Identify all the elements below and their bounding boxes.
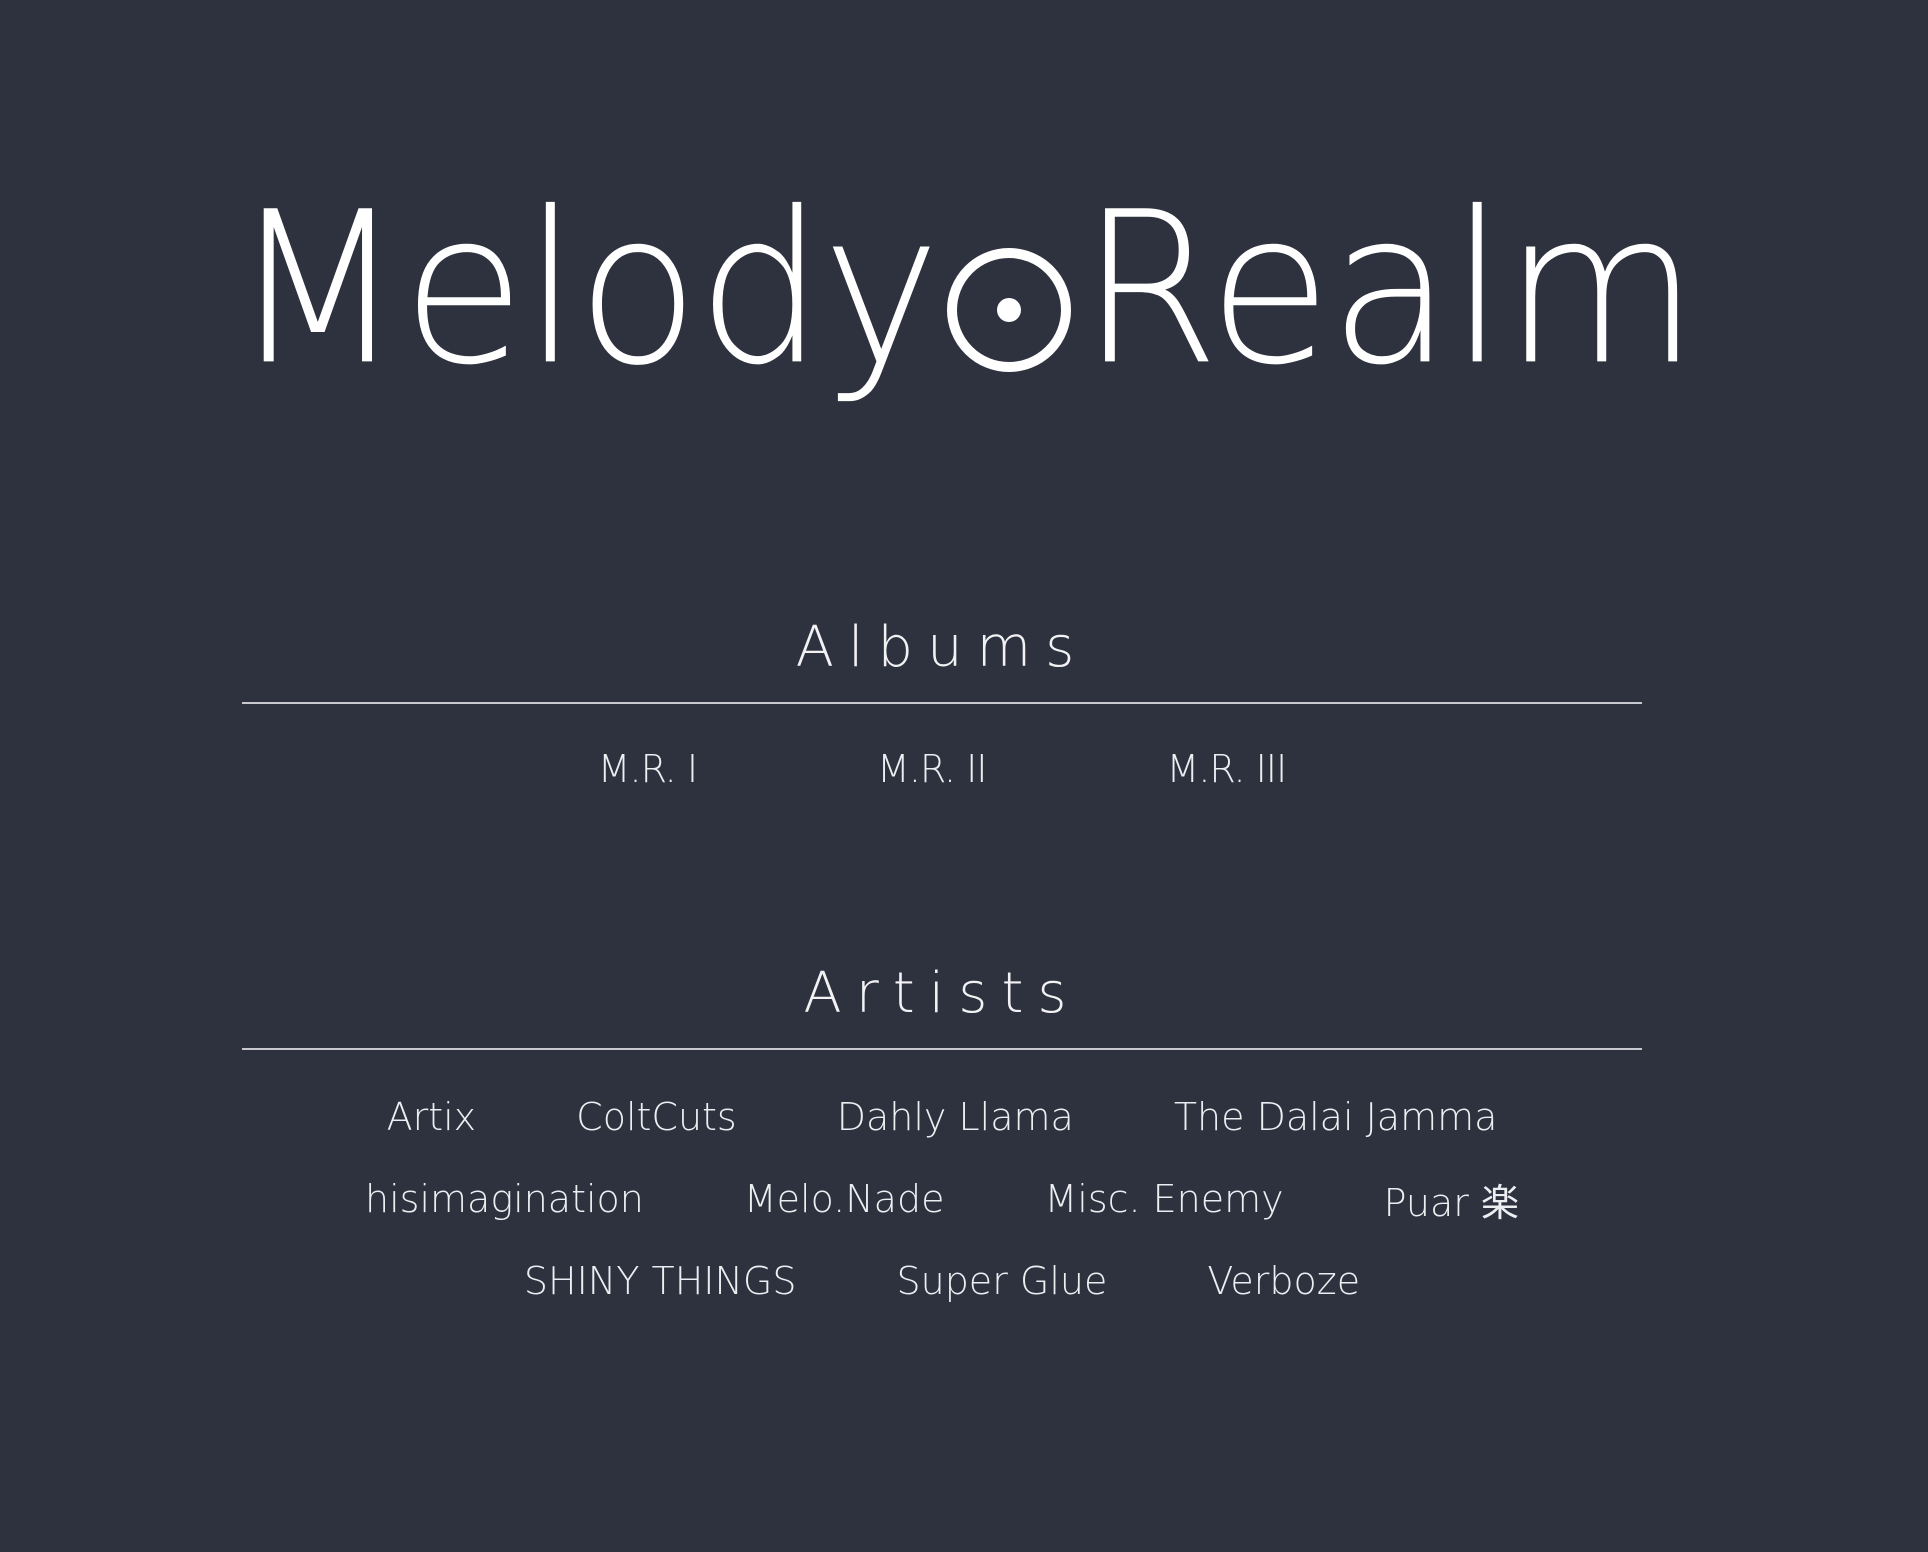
artist-link[interactable]: Melo.Nade: [744, 1177, 945, 1221]
vinyl-record-icon: [947, 248, 1072, 372]
artist-link[interactable]: The Dalai Jamma: [1174, 1095, 1498, 1139]
album-link[interactable]: M.R. III: [1167, 747, 1288, 791]
albums-list: M.R. I M.R. II M.R. III: [242, 739, 1642, 799]
artist-link[interactable]: hisimagination: [365, 1177, 644, 1221]
artist-link[interactable]: ColtCuts: [576, 1095, 737, 1139]
artists-list: Artix ColtCuts Dahly Llama The Dalai Jam…: [242, 1076, 1642, 1322]
logo-text-left: Melody: [231, 167, 941, 412]
artist-link[interactable]: Super Glue: [896, 1259, 1107, 1303]
logo-text-right: Realm: [1080, 167, 1698, 412]
artist-link[interactable]: Artix: [387, 1095, 477, 1139]
artists-divider: [242, 1048, 1642, 1050]
artists-section: Artists Artix ColtCuts Dahly Llama The D…: [242, 954, 1642, 1322]
artists-row: Artix ColtCuts Dahly Llama The Dalai Jam…: [242, 1076, 1642, 1158]
artists-row: hisimagination Melo.Nade Misc. Enemy Pua…: [242, 1158, 1642, 1240]
artist-link[interactable]: SHINY THINGS: [524, 1259, 797, 1303]
albums-section: Albums M.R. I M.R. II M.R. III: [242, 608, 1642, 799]
page: Melody Realm Albums M.R. I M.R. II M.R. …: [0, 0, 1928, 1552]
albums-heading: Albums: [795, 615, 1089, 680]
artist-link[interactable]: Verboze: [1207, 1259, 1360, 1303]
albums-divider: [242, 702, 1642, 704]
artists-row: SHINY THINGS Super Glue Verboze: [242, 1240, 1642, 1322]
site-logo[interactable]: Melody Realm: [0, 150, 1928, 430]
artist-link[interactable]: Dahly Llama: [837, 1095, 1074, 1139]
album-link[interactable]: M.R. I: [598, 747, 698, 791]
artist-link[interactable]: Puar 楽: [1384, 1172, 1519, 1227]
album-link[interactable]: M.R. II: [877, 747, 987, 791]
artists-heading: Artists: [803, 961, 1081, 1026]
artist-link[interactable]: Misc. Enemy: [1044, 1177, 1283, 1221]
